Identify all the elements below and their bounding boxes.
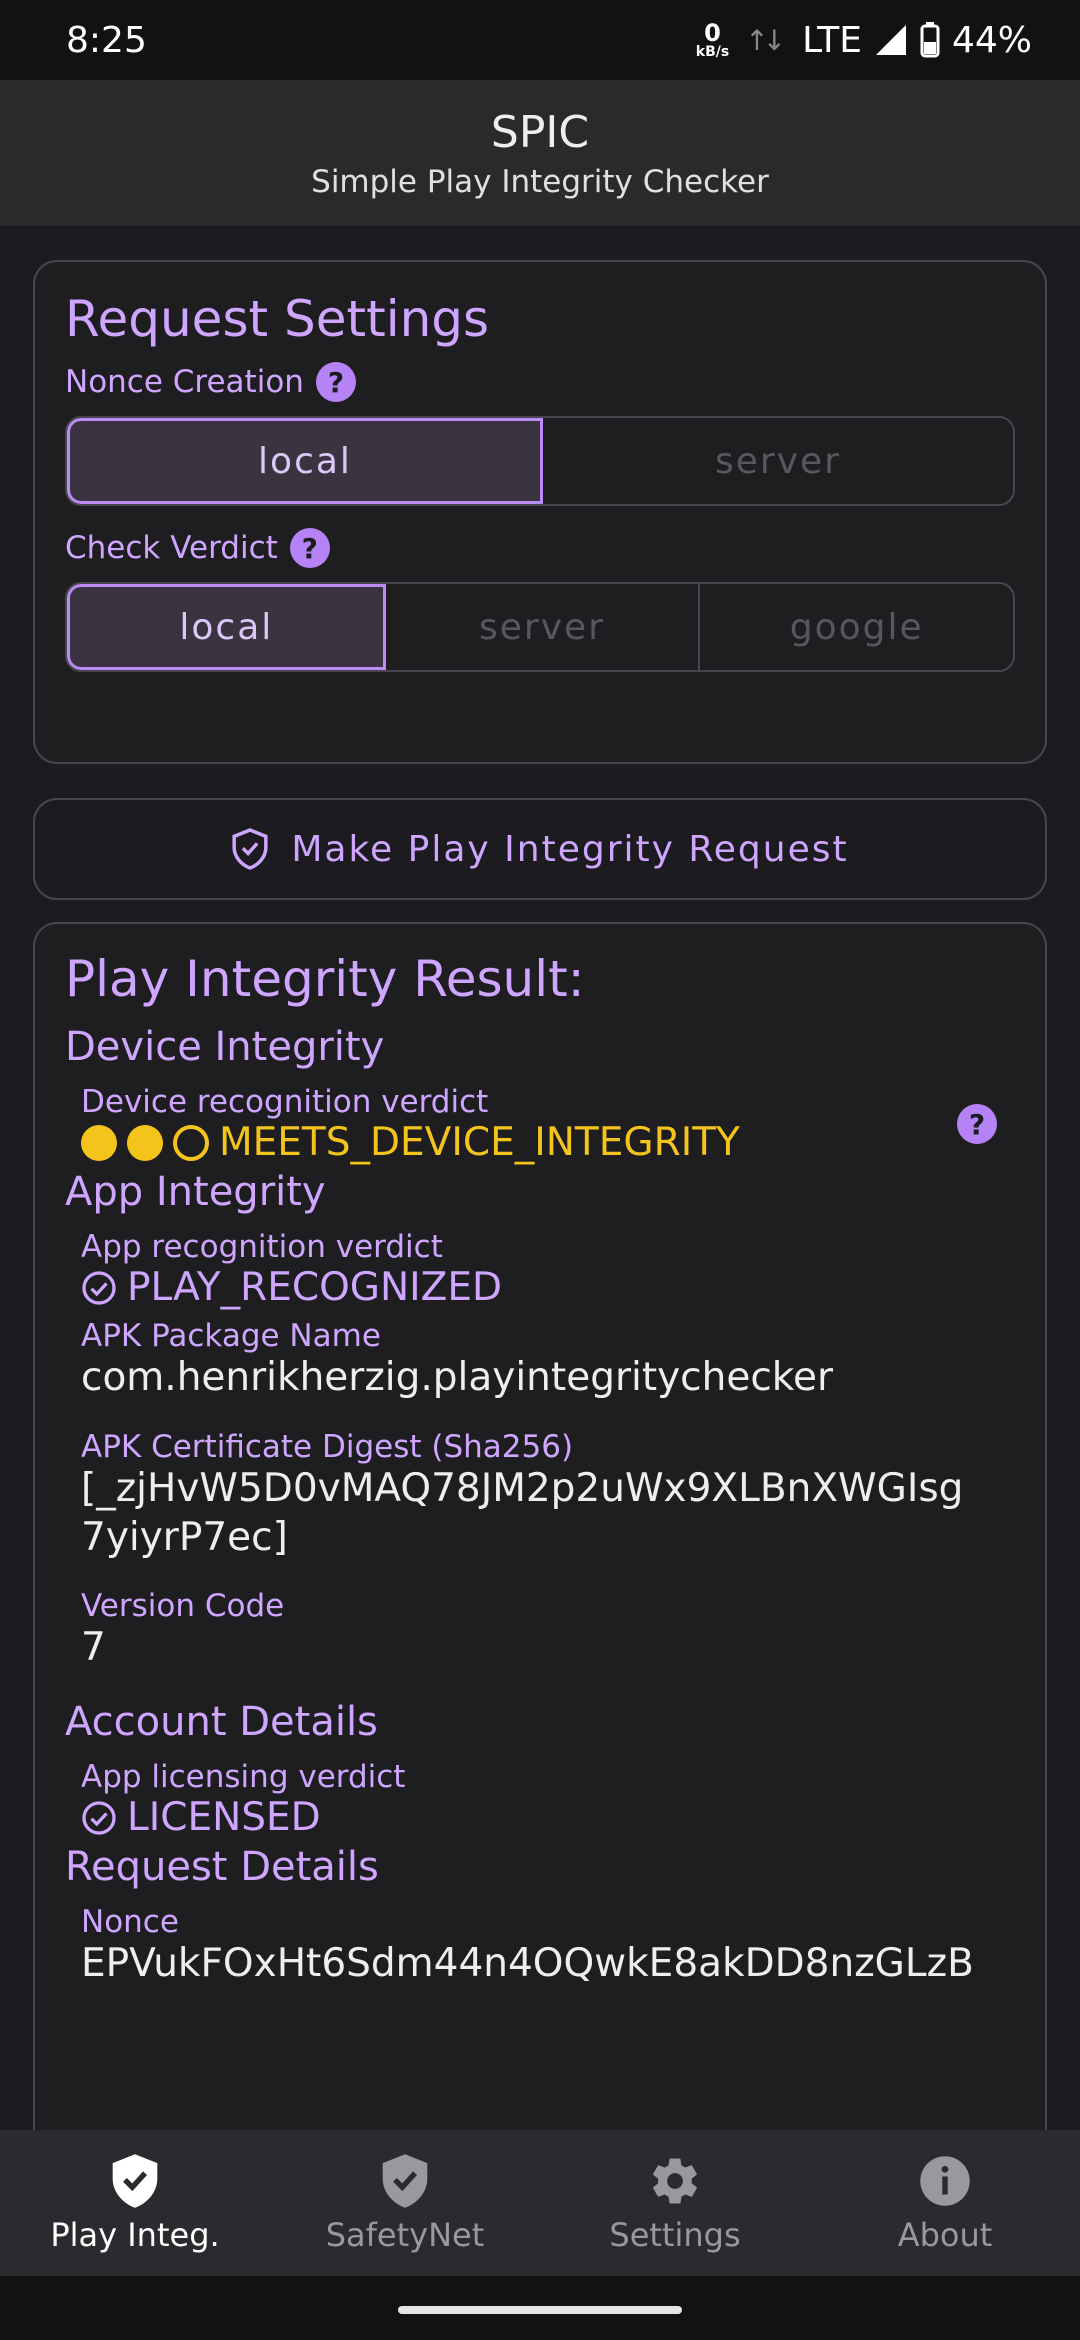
- nonce-creation-label-row: Nonce Creation ?: [65, 362, 1015, 402]
- check-circle-icon: [82, 1800, 116, 1835]
- device-verdict-row: MEETS_DEVICE_INTEGRITY ?: [65, 1104, 1015, 1165]
- app-integrity-title: App Integrity: [65, 1169, 326, 1215]
- integrity-dot-filled: [127, 1124, 163, 1161]
- signal-icon: [875, 25, 906, 55]
- request-settings-card: Request Settings Nonce Creation ? local …: [33, 260, 1047, 764]
- home-gesture-bar[interactable]: [398, 2306, 682, 2314]
- battery-icon: [920, 22, 940, 58]
- app-bar: SPIC Simple Play Integrity Checker: [0, 80, 1080, 226]
- app-recognition-value: PLAY_RECOGNIZED: [127, 1265, 503, 1310]
- status-time: 8:25: [66, 19, 147, 61]
- integrity-dot-filled: [81, 1124, 117, 1161]
- app-recognition-label: App recognition verdict: [81, 1229, 443, 1265]
- app-title: SPIC: [490, 106, 590, 158]
- device-verdict-help-icon[interactable]: ?: [957, 1104, 997, 1144]
- make-request-button[interactable]: Make Play Integrity Request: [33, 798, 1047, 900]
- apk-package-value: com.henrikherzig.playintegritychecker: [81, 1355, 834, 1400]
- nav-settings-label: Settings: [609, 2216, 741, 2254]
- verdict-help-icon[interactable]: ?: [289, 528, 330, 568]
- nonce-label: Nonce: [81, 1904, 179, 1940]
- nonce-value: EPVukFOxHt6Sdm44n4OQwkE8akDD8nzGLzB: [81, 1941, 974, 1986]
- net-speed-unit: kB/s: [695, 44, 730, 60]
- network-type: LTE: [802, 19, 862, 61]
- verdict-option-google[interactable]: google: [700, 584, 1013, 670]
- shield-check-icon: [382, 2154, 428, 2208]
- make-request-label: Make Play Integrity Request: [291, 828, 849, 870]
- net-speed-value: 0: [704, 19, 721, 47]
- check-verdict-toggle: local server google: [65, 582, 1015, 672]
- status-icons: 0 kB/s ↑↓ LTE 44%: [696, 20, 1032, 61]
- shield-check-icon: [232, 828, 268, 870]
- verdict-option-server[interactable]: server: [386, 584, 701, 670]
- result-card: Play Integrity Result: Device Integrity …: [33, 922, 1047, 2162]
- device-recognition-label: Device recognition verdict: [81, 1084, 489, 1120]
- nav-play-integrity[interactable]: Play Integ.: [0, 2130, 270, 2276]
- apk-package-label: APK Package Name: [81, 1318, 381, 1354]
- nav-about[interactable]: About: [810, 2130, 1080, 2276]
- gear-icon: [653, 2158, 697, 2204]
- nav-settings[interactable]: Settings: [540, 2130, 810, 2276]
- info-icon: [920, 2156, 970, 2206]
- app-licensing-verdict: LICENSED: [65, 1795, 1015, 1840]
- verdict-option-local[interactable]: local: [67, 584, 386, 670]
- nav-about-label: About: [897, 2216, 993, 2254]
- check-circle-icon: [82, 1270, 116, 1305]
- apk-digest-label: APK Certificate Digest (Sha256): [81, 1428, 574, 1465]
- version-code-value: 7: [81, 1625, 106, 1671]
- nav-play-integrity-label: Play Integ.: [50, 2216, 220, 2254]
- check-verdict-label-row: Check Verdict ?: [65, 528, 1015, 568]
- app-licensing-label: App licensing verdict: [81, 1759, 406, 1795]
- status-bar: 8:25 0 kB/s ↑↓ LTE 44%: [0, 0, 1080, 80]
- app-subtitle: Simple Play Integrity Checker: [311, 163, 769, 200]
- nonce-option-server[interactable]: server: [543, 418, 1013, 504]
- nav-safetynet-label: SafetyNet: [325, 2216, 485, 2254]
- device-integrity-title: Device Integrity: [65, 1024, 385, 1070]
- net-speed: 0 kB/s: [696, 21, 729, 59]
- app-recognition-verdict: PLAY_RECOGNIZED: [65, 1265, 1015, 1310]
- nav-safetynet[interactable]: SafetyNet: [270, 2130, 540, 2276]
- nonce-creation-label: Nonce Creation: [65, 364, 304, 400]
- bottom-navigation: Play Integ. SafetyNet Settings About: [0, 2130, 1080, 2276]
- apk-digest-value-line1: [_zjHvW5D0vMAQ78JM2p2uWx9XLBnXWGIsg: [81, 1465, 964, 1511]
- check-verdict-label: Check Verdict: [65, 530, 278, 566]
- version-code-label: Version Code: [81, 1588, 285, 1625]
- battery-percent: 44%: [951, 19, 1032, 61]
- integrity-dot-empty: [173, 1124, 209, 1161]
- result-title: Play Integrity Result:: [65, 950, 585, 1008]
- shield-check-icon: [112, 2154, 158, 2208]
- nonce-option-local[interactable]: local: [67, 418, 543, 504]
- app-licensing-value: LICENSED: [127, 1795, 321, 1840]
- apk-digest-value-line2: 7yiyrP7ec]: [81, 1514, 288, 1560]
- device-verdict: MEETS_DEVICE_INTEGRITY: [65, 1120, 1015, 1165]
- data-activity-icon: ↑↓: [745, 23, 786, 57]
- nonce-help-icon[interactable]: ?: [315, 362, 356, 402]
- account-details-title: Account Details: [65, 1699, 378, 1745]
- nonce-creation-toggle: local server: [65, 416, 1015, 506]
- request-settings-title: Request Settings: [65, 290, 490, 348]
- gesture-area: [0, 2276, 1080, 2340]
- device-verdict-value: MEETS_DEVICE_INTEGRITY: [219, 1120, 740, 1165]
- request-details-title: Request Details: [65, 1844, 379, 1890]
